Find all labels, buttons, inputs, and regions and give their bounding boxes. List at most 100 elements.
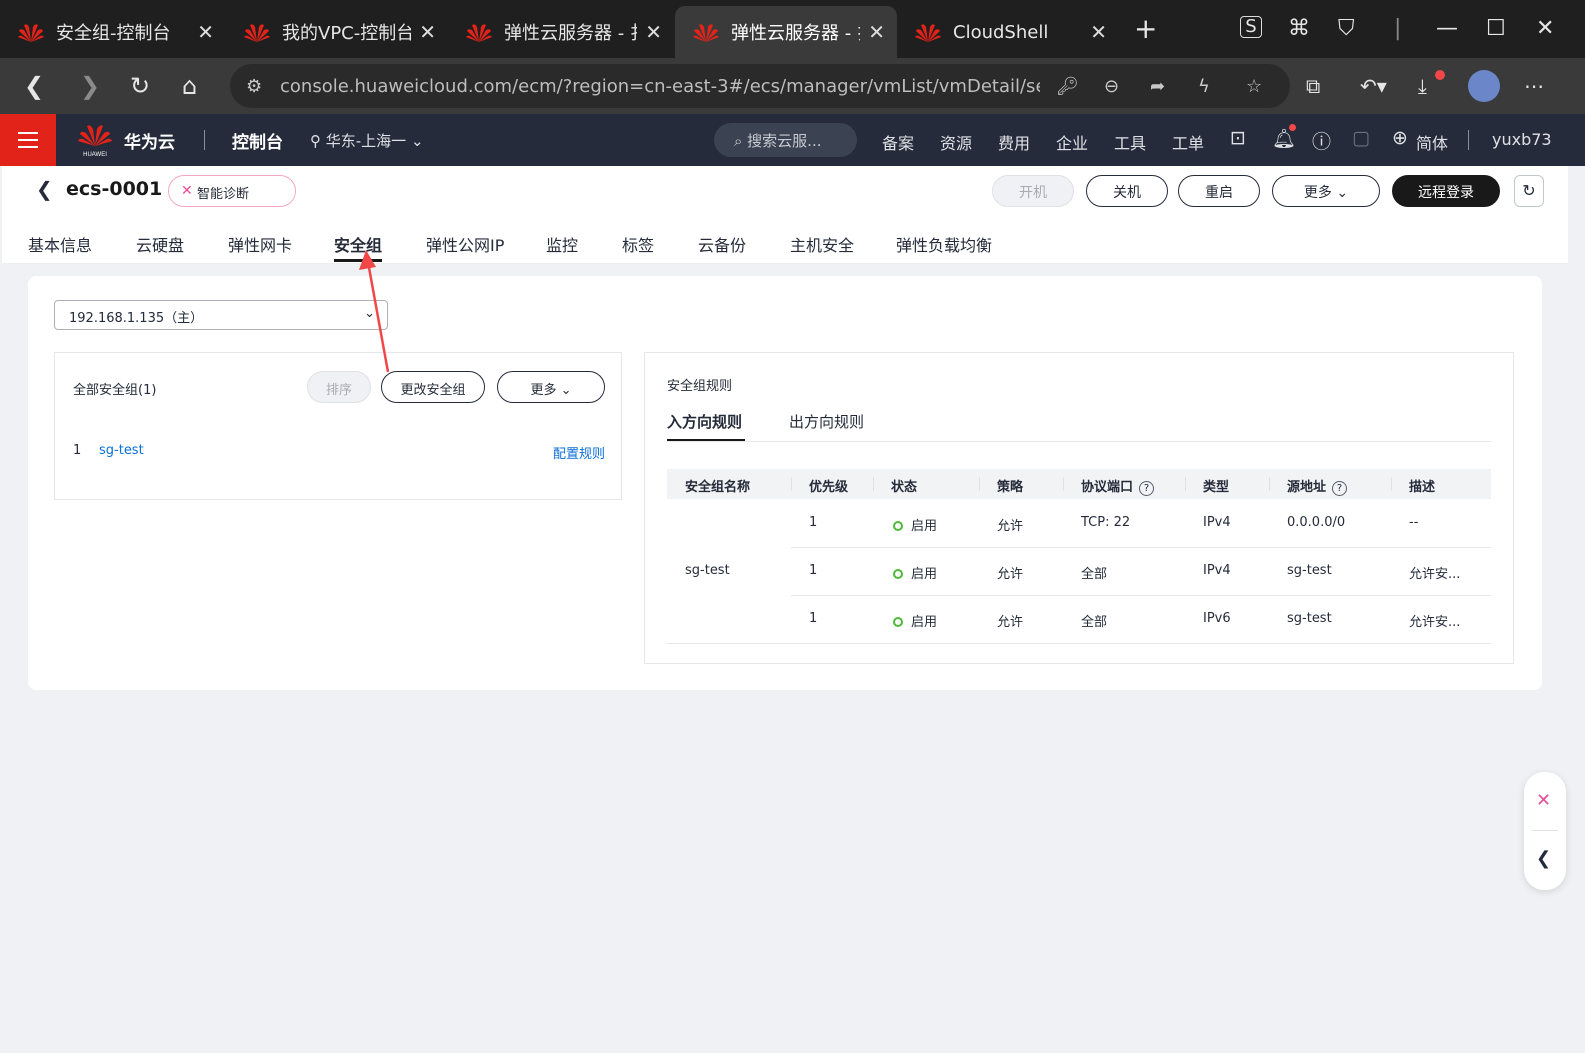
close-window-icon[interactable]: ✕ [1536,16,1554,41]
browser-tab[interactable]: 安全组-控制台 ✕ [0,6,226,58]
nic-select[interactable]: 192.168.1.135（主） ⌄ [54,300,388,330]
rule-priority: 1 [809,611,818,626]
chevron-down-icon: ⌄ [556,383,572,398]
rule-source-link[interactable]: sg-test [1287,563,1332,578]
nav-billing[interactable]: 费用 [998,130,1030,154]
browser-tab[interactable]: CloudShell ✕ [897,6,1119,58]
nav-tickets[interactable]: 工单 [1172,130,1204,154]
tab-monitoring[interactable]: 监控 [546,232,578,256]
chevron-down-icon: ⌄ [364,306,375,321]
download-icon[interactable]: ⤓ [1418,74,1427,98]
reload-icon[interactable]: ↻ [130,72,150,100]
more-actions-button[interactable]: 更多 ⌄ [1272,175,1380,207]
group-name-link[interactable]: sg-test [99,443,144,458]
key-icon[interactable]: 🔑︎ [1056,76,1079,97]
browser-tab[interactable]: 我的VPC-控制台 ✕ [226,6,448,58]
col-source: 源地址? [1287,476,1348,496]
tab-title: 弹性云服务器 - 扌 [504,23,638,44]
tab-title: 安全组-控制台 [56,23,171,44]
nav-resources[interactable]: 资源 [940,130,972,154]
cloudshell-icon[interactable]: ⊡ [1230,127,1246,149]
zoom-out-icon[interactable]: ⊖ [1104,76,1119,97]
tab-outbound-rules[interactable]: 出方向规则 [789,411,864,432]
help-icon[interactable]: ⓘ [1312,127,1331,154]
region-selector[interactable]: ⚲ 华东-上海一 ⌄ [310,130,424,151]
nav-enterprise[interactable]: 企业 [1056,130,1088,154]
tab-backup[interactable]: 云备份 [698,232,746,256]
tab-host-security[interactable]: 主机安全 [790,232,854,256]
remote-login-button[interactable]: 远程登录 [1392,175,1500,207]
hamburger-menu-icon[interactable] [0,114,56,166]
change-security-group-button[interactable]: 更改安全组 [381,371,485,403]
minimize-icon[interactable]: — [1436,16,1458,41]
col-policy: 策略 [997,480,1024,495]
detail-tabs: 基本信息 云硬盘 弹性网卡 安全组 弹性公网IP 监控 标签 云备份 主机安全 … [2,216,1568,264]
refresh-icon[interactable]: ↻ [1514,175,1544,207]
huawei-logo-icon [18,24,44,42]
back-icon[interactable]: ❮ [24,72,44,100]
nav-beian[interactable]: 备案 [882,130,914,154]
nic-select-value: 192.168.1.135（主） [69,311,204,326]
security-group-card: 192.168.1.135（主） ⌄ 全部安全组(1) 排序 更改安全组 更多 … [28,276,1542,690]
browser-tab[interactable]: 弹性云服务器 - 扌 ✕ [448,6,674,58]
tab-eip[interactable]: 弹性公网IP [426,232,504,256]
history-back-icon[interactable]: ↶▾ [1360,74,1387,98]
favorite-star-icon[interactable]: ☆ [1246,76,1262,97]
close-tab-icon[interactable]: ✕ [197,20,214,44]
tab-disks[interactable]: 云硬盘 [136,232,184,256]
tab-tags[interactable]: 标签 [622,232,654,256]
rule-source-link[interactable]: sg-test [1287,611,1332,626]
share-icon[interactable]: ➦ [1150,76,1165,97]
region-label: 华东-上海一 [325,132,407,150]
download-badge [1435,70,1445,80]
site-info-icon[interactable]: ⚙ [246,76,262,97]
close-tab-icon[interactable]: ✕ [645,20,662,44]
help-icon[interactable]: ? [1139,481,1155,496]
configure-rules-link[interactable]: 配置规则 [553,443,605,462]
sort-button[interactable]: 排序 [307,371,371,403]
url-input[interactable]: ⚙ console.huaweicloud.com/ecm/?region=cn… [230,64,1290,108]
col-divider [1269,477,1270,491]
forward-icon[interactable]: ❯ [80,72,100,100]
rule-policy: 允许 [997,615,1024,630]
tab-elb[interactable]: 弹性负载均衡 [896,232,992,256]
restart-button[interactable]: 重启 [1178,175,1260,207]
extensions-puzzle-icon[interactable]: ⧉ [1306,74,1320,98]
browser-tab-active[interactable]: 弹性云服务器 - 扌 ✕ [675,6,897,58]
home-icon[interactable]: ⌂ [182,72,197,100]
tab-title: 弹性云服务器 - 扌 [731,23,860,44]
username[interactable]: yuxb73 [1492,130,1552,149]
help-icon[interactable]: ? [1332,481,1348,496]
shutdown-button[interactable]: 关机 [1086,175,1168,207]
maximize-icon[interactable]: ☐ [1486,16,1506,41]
more-button[interactable]: 更多 ⌄ [497,371,605,403]
language-switch[interactable]: 简体 [1416,130,1448,154]
feedback-icon[interactable]: ▢ [1352,127,1370,149]
extensions-icon[interactable]: ⛉ [1338,16,1355,41]
back-arrow-icon[interactable]: ❮ [36,177,53,201]
tab-inbound-rules[interactable]: 入方向规则 [667,411,742,432]
start-button[interactable]: 开机 [992,175,1074,207]
smart-diagnose-button[interactable]: ✕ 智能诊断 [168,175,296,207]
reading-mode-icon[interactable]: ⌘ [1288,16,1310,41]
tab-security-groups[interactable]: 安全组 [334,232,382,256]
col-divider [873,477,874,491]
assistant-icon[interactable]: ✕ [1536,790,1551,811]
rules-panel: 安全组规则 入方向规则 出方向规则 安全组名称 优先级 状态 策略 协议端口? … [644,352,1514,664]
search-box[interactable]: ⌕ 搜索云服... [714,123,857,157]
lightning-icon[interactable]: ϟ [1198,76,1210,97]
nav-tools[interactable]: 工具 [1114,130,1146,154]
collapse-chevron-left-icon[interactable]: ❮ [1536,848,1551,869]
globe-icon[interactable]: ⊕ [1392,127,1408,149]
brand-name[interactable]: 华为云 [124,128,175,153]
tab-basic-info[interactable]: 基本信息 [28,232,92,256]
workspaces-icon[interactable]: S [1240,16,1262,38]
close-tab-icon[interactable]: ✕ [868,20,885,44]
console-link[interactable]: 控制台 [232,128,283,153]
more-menu-icon[interactable]: ⋯ [1524,74,1544,98]
new-tab-button[interactable]: + [1134,12,1157,45]
close-tab-icon[interactable]: ✕ [1090,20,1107,44]
tab-nics[interactable]: 弹性网卡 [228,232,292,256]
close-tab-icon[interactable]: ✕ [419,20,436,44]
profile-avatar[interactable] [1468,70,1500,102]
